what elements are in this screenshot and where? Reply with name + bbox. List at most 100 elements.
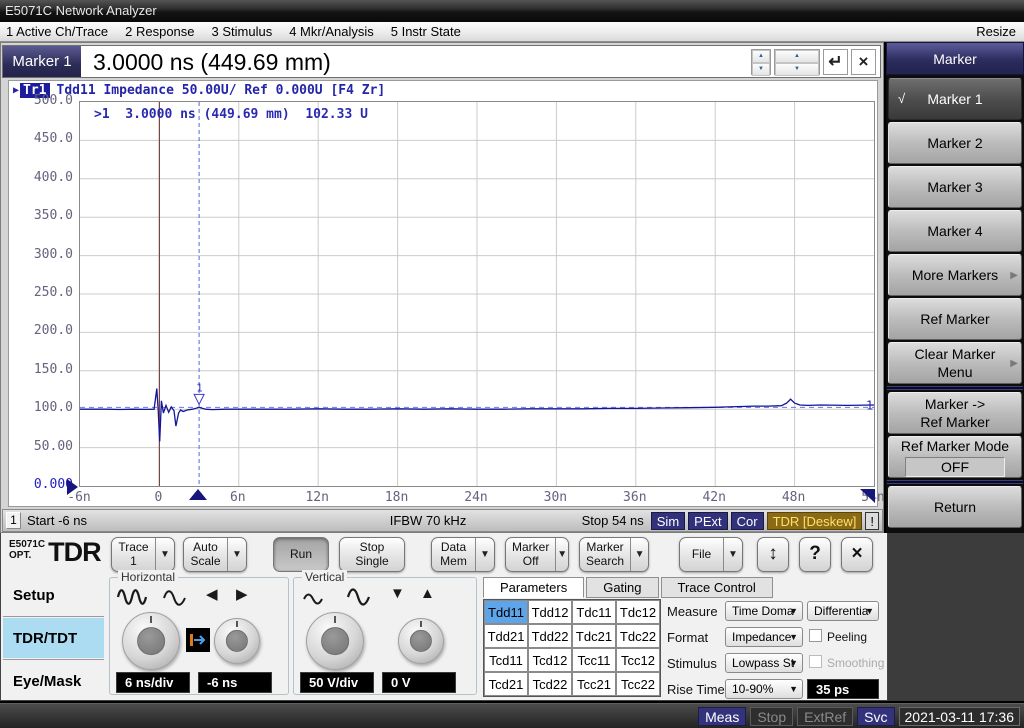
tab-setup[interactable]: Setup: [3, 575, 104, 615]
fine-spinner[interactable]: ▲ ▼: [751, 49, 771, 75]
marker-entry-value[interactable]: 3.0000 ns (449.69 mm): [93, 47, 331, 77]
softkey-return[interactable]: Return: [888, 486, 1022, 528]
menu-item-2[interactable]: 2 Response: [125, 24, 194, 39]
auto-scale-button[interactable]: Auto Scale▼: [183, 537, 247, 572]
spin-down-icon[interactable]: ▼: [752, 63, 770, 76]
marker-search-button[interactable]: Marker Search▼: [579, 537, 649, 572]
softkey-marker-2[interactable]: Marker 2: [888, 122, 1022, 164]
matrix-cell-tdd12[interactable]: Tdd12: [528, 600, 572, 624]
button-label: Auto Scale: [184, 540, 227, 569]
menu-bar: 1 Active Ch/Trace 2 Response 3 Stimulus 4 M…: [0, 22, 1024, 42]
matrix-cell-tdc12[interactable]: Tdc12: [616, 600, 660, 624]
chevron-down-icon[interactable]: ▼: [475, 538, 494, 571]
softkey-marker-4[interactable]: Marker 4: [888, 210, 1022, 252]
marker-entry-bar: Marker 1 3.0000 ns (449.69 mm) ▲ ▼ ▲ ▼ ↵…: [2, 45, 881, 78]
position-down-icon[interactable]: ▼: [390, 585, 405, 602]
matrix-cell-tcc11[interactable]: Tcc11: [572, 648, 616, 672]
smoothing-checkbox[interactable]: [809, 655, 822, 668]
spin-up-icon[interactable]: ▲: [752, 50, 770, 63]
softkey-label: Marker -> Ref Marker: [920, 395, 989, 431]
stimulus-value: Lowpass St: [732, 656, 794, 670]
menu-item-4[interactable]: 4 Mkr/Analysis: [289, 24, 374, 39]
softkey-separator: [887, 480, 1023, 484]
measure-domain-dropdown[interactable]: Time Doma ▼: [725, 601, 803, 621]
softkey-more-markers[interactable]: More Markers▶: [888, 254, 1022, 296]
vertical-position-knob[interactable]: [398, 618, 444, 664]
horizontal-group-label: Horizontal: [118, 570, 178, 584]
horizontal-scale-knob[interactable]: [122, 612, 180, 670]
trace-1-button[interactable]: Trace 1▼: [111, 537, 175, 572]
menu-item-1[interactable]: 1 Active Ch/Trace: [6, 24, 108, 39]
tab-separator: [3, 616, 104, 617]
matrix-cell-tcd22[interactable]: Tcd22: [528, 672, 572, 696]
help-button[interactable]: ?: [799, 537, 831, 572]
enter-button[interactable]: ↵: [823, 49, 848, 75]
horizontal-position-knob[interactable]: [214, 618, 260, 664]
stimulus-dropdown[interactable]: Lowpass St ▼: [725, 653, 803, 673]
softkey-ref-marker[interactable]: Ref Marker: [888, 298, 1022, 340]
matrix-cell-tdc21[interactable]: Tdc21: [572, 624, 616, 648]
chevron-down-icon[interactable]: ▼: [555, 538, 568, 571]
chevron-down-icon[interactable]: ▼: [723, 538, 742, 571]
tdr-trace-plot[interactable]: 11 >1 3.0000 ns (449.69 mm) 102.33 U: [79, 101, 875, 487]
matrix-cell-tdd21[interactable]: Tdd21: [484, 624, 528, 648]
param-tab-parameters[interactable]: Parameters: [483, 577, 584, 598]
format-dropdown[interactable]: Impedance ▼: [725, 627, 803, 647]
menu-item-3[interactable]: 3 Stimulus: [212, 24, 273, 39]
rise-time-dropdown[interactable]: 10-90% ▼: [725, 679, 803, 699]
coarse-spinner[interactable]: ▲ ▼: [774, 49, 820, 75]
marker-stimulus-arrow-icon[interactable]: [189, 489, 207, 500]
window-title-bar[interactable]: E5071C Network Analyzer: [0, 0, 1024, 22]
vertical-scale-knob[interactable]: [306, 612, 364, 670]
close-entry-button[interactable]: ×: [851, 49, 876, 75]
file-button[interactable]: File▼: [679, 537, 743, 572]
peeling-checkbox[interactable]: [809, 629, 822, 642]
spin-up-icon[interactable]: ▲: [775, 50, 819, 63]
matrix-cell-tdc22[interactable]: Tdc22: [616, 624, 660, 648]
softkey-label: Marker 3: [927, 178, 982, 196]
softkey-separator: [887, 386, 1023, 390]
softkey-clear-marker-menu[interactable]: Clear Marker Menu▶: [888, 342, 1022, 384]
x-tick-label: 12n: [295, 490, 339, 505]
menu-resize[interactable]: Resize: [976, 24, 1016, 39]
matrix-cell-tcc22[interactable]: Tcc22: [616, 672, 660, 696]
chevron-down-icon[interactable]: ▼: [155, 538, 174, 571]
channel-status-bar: 1 Start -6 ns IFBW 70 kHz Stop 54 ns Sim…: [2, 509, 883, 532]
updown-arrows-button[interactable]: ↕: [757, 537, 789, 572]
matrix-cell-tcd12[interactable]: Tcd12: [528, 648, 572, 672]
stop-single-button[interactable]: Stop Single: [339, 537, 405, 572]
x-tick-label: 36n: [613, 490, 657, 505]
softkey-value: OFF: [905, 457, 1005, 477]
matrix-cell-tcc21[interactable]: Tcc21: [572, 672, 616, 696]
tab-eye-mask[interactable]: Eye/Mask: [3, 661, 104, 701]
matrix-cell-tcc12[interactable]: Tcc12: [616, 648, 660, 672]
measure-mode-dropdown[interactable]: Differentia ▼: [807, 601, 879, 621]
run-button[interactable]: Run: [273, 537, 329, 572]
softkey-marker-ref-marker[interactable]: Marker -> Ref Marker: [888, 392, 1022, 434]
softkey-marker-1[interactable]: √Marker 1: [888, 78, 1022, 120]
chevron-down-icon[interactable]: ▼: [630, 538, 648, 571]
matrix-cell-tcd21[interactable]: Tcd21: [484, 672, 528, 696]
marker-off-button[interactable]: Marker Off▼: [505, 537, 569, 572]
matrix-cell-tdd22[interactable]: Tdd22: [528, 624, 572, 648]
param-tab-trace-control[interactable]: Trace Control: [661, 577, 773, 598]
close-button[interactable]: ×: [841, 537, 873, 572]
softkey-ref-marker-mode[interactable]: Ref Marker ModeOFF: [888, 436, 1022, 478]
button-label: Trace 1: [112, 540, 155, 569]
data-mem-button[interactable]: Data Mem▼: [431, 537, 495, 572]
matrix-cell-tdc11[interactable]: Tdc11: [572, 600, 616, 624]
chevron-down-icon[interactable]: ▼: [227, 538, 246, 571]
matrix-cell-tdd11[interactable]: Tdd11: [484, 600, 528, 624]
spin-down-icon[interactable]: ▼: [775, 63, 819, 76]
softkey-marker-3[interactable]: Marker 3: [888, 166, 1022, 208]
tdr-app-logo: E5071C OPT. TDR: [9, 539, 101, 566]
status-badges: SimPExtCorTDR [Deskew]!: [651, 512, 879, 530]
position-left-icon[interactable]: ◀: [206, 585, 218, 603]
vertical-scale-small-sine-icon: [302, 592, 324, 606]
menu-item-5[interactable]: 5 Instr State: [391, 24, 461, 39]
position-right-icon[interactable]: ▶: [236, 585, 248, 603]
matrix-cell-tcd11[interactable]: Tcd11: [484, 648, 528, 672]
position-up-icon[interactable]: ▲: [420, 585, 435, 602]
param-tab-gating[interactable]: Gating: [586, 577, 658, 598]
tab-tdr-tdt[interactable]: TDR/TDT: [3, 618, 104, 658]
